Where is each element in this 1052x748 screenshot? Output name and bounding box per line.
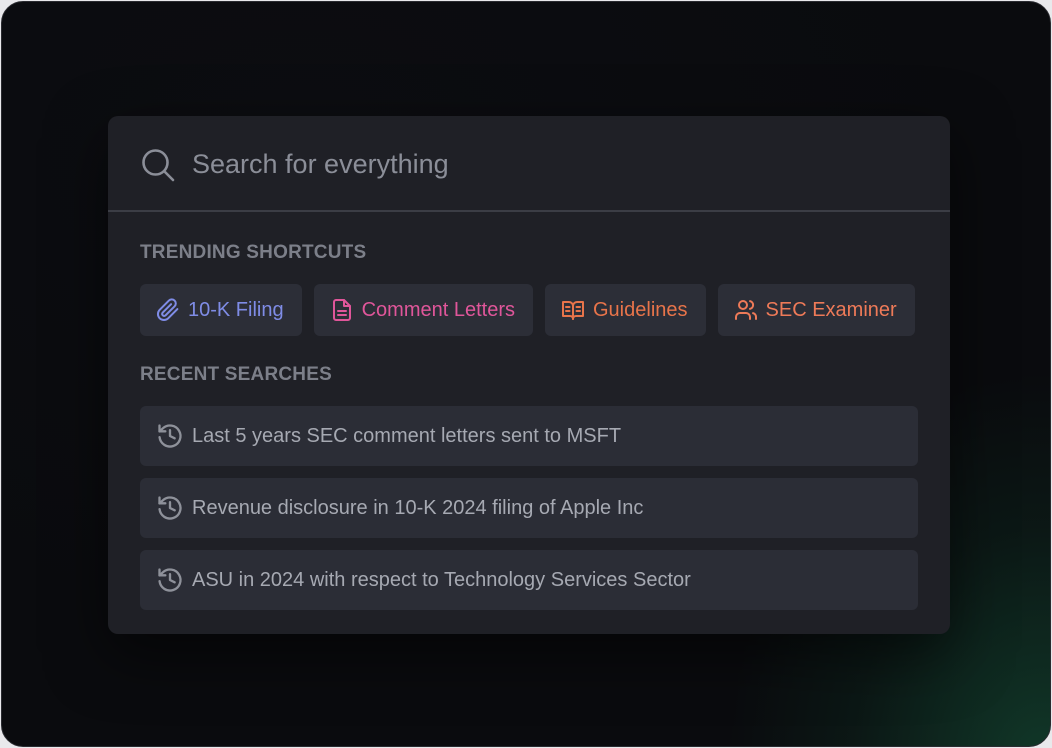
app-window: TRENDING SHORTCUTS 10-K Filing Comment L… bbox=[1, 1, 1051, 747]
search-input[interactable] bbox=[192, 142, 892, 186]
users-icon bbox=[734, 300, 757, 320]
search-bar bbox=[108, 116, 950, 212]
history-icon bbox=[158, 568, 182, 592]
chip-label: Guidelines bbox=[593, 298, 688, 321]
search-palette: TRENDING SHORTCUTS 10-K Filing Comment L… bbox=[108, 116, 950, 634]
recent-search-item[interactable]: Revenue disclosure in 10-K 2024 filing o… bbox=[140, 478, 918, 538]
history-icon bbox=[158, 496, 182, 520]
chip-guidelines[interactable]: Guidelines bbox=[545, 284, 706, 336]
recent-search-label: ASU in 2024 with respect to Technology S… bbox=[192, 568, 691, 591]
recent-search-label: Last 5 years SEC comment letters sent to… bbox=[192, 424, 622, 447]
open-book-icon bbox=[562, 301, 584, 320]
recent-search-item[interactable]: Last 5 years SEC comment letters sent to… bbox=[140, 406, 918, 466]
history-icon bbox=[158, 424, 182, 448]
document-icon bbox=[332, 299, 351, 321]
chip-sec-examiner[interactable]: SEC Examiner bbox=[717, 284, 915, 336]
recent-searches-title: RECENT SEARCHES bbox=[140, 364, 332, 385]
chip-label: SEC Examiner bbox=[765, 298, 897, 321]
chip-label: 10-K Filing bbox=[188, 298, 284, 321]
recent-search-item[interactable]: ASU in 2024 with respect to Technology S… bbox=[140, 550, 918, 610]
trending-shortcuts: 10-K Filing Comment Letters Guidelines S… bbox=[140, 284, 915, 336]
chip-comment-letters[interactable]: Comment Letters bbox=[313, 284, 533, 336]
chip-label: Comment Letters bbox=[361, 298, 515, 321]
recent-search-label: Revenue disclosure in 10-K 2024 filing o… bbox=[192, 496, 644, 519]
trending-shortcuts-title: TRENDING SHORTCUTS bbox=[140, 242, 367, 263]
recent-searches-list: Last 5 years SEC comment letters sent to… bbox=[140, 406, 918, 622]
paperclip-icon bbox=[157, 298, 179, 321]
search-icon bbox=[142, 149, 175, 182]
chip-10k-filing[interactable]: 10-K Filing bbox=[140, 284, 302, 336]
